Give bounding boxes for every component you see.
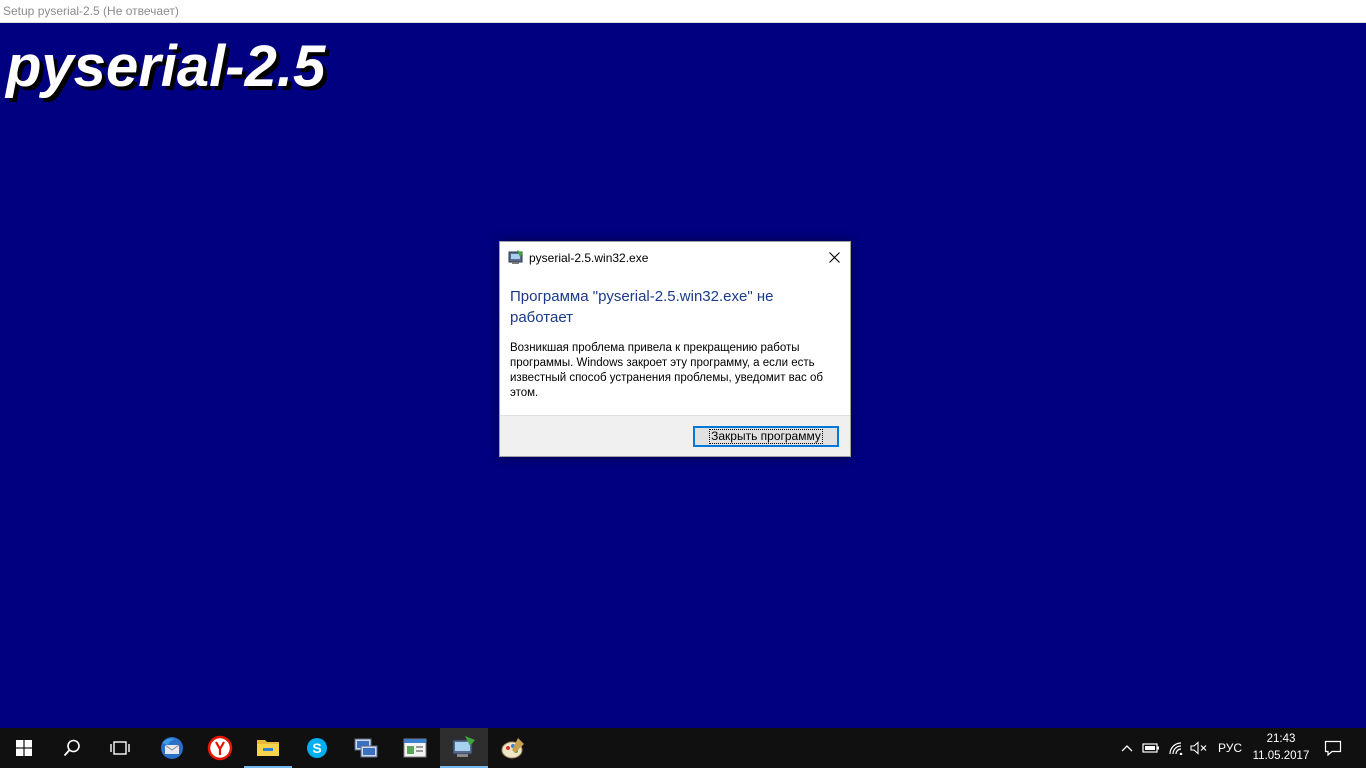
taskbar-thunderbird[interactable]	[148, 728, 196, 768]
close-program-button-label: Закрыть программу	[709, 429, 823, 444]
tray-show-hidden[interactable]	[1117, 728, 1137, 768]
svg-text:S: S	[312, 740, 321, 756]
notification-icon	[1324, 740, 1342, 756]
yandex-browser-icon	[207, 735, 233, 761]
tray-notifications[interactable]	[1318, 728, 1348, 768]
task-view-button[interactable]	[96, 728, 144, 768]
task-view-icon	[110, 741, 130, 755]
tray-volume[interactable]	[1188, 728, 1210, 768]
dialog-heading: Программа "pyserial-2.5.win32.exe" не ра…	[510, 288, 774, 326]
dialog-close-button[interactable]	[818, 242, 850, 272]
setup-titlebar[interactable]: Setup pyserial-2.5 (Не отвечает)	[0, 0, 1366, 23]
tray-wifi[interactable]	[1165, 728, 1187, 768]
search-icon	[63, 739, 80, 757]
battery-icon	[1142, 743, 1159, 753]
language-indicator: РУС	[1217, 741, 1243, 755]
setup-heading: pyserial-2.5	[6, 34, 326, 99]
network-connections-icon	[354, 738, 378, 758]
dialog-message: Возникшая проблема привела к прекращению…	[510, 342, 823, 399]
installer-icon	[452, 736, 475, 757]
clock-time: 21:43	[1266, 733, 1296, 745]
dialog-title: pyserial-2.5.win32.exe	[529, 251, 649, 265]
installer-icon	[508, 249, 524, 265]
chevron-up-icon	[1121, 745, 1133, 752]
close-icon	[828, 251, 840, 263]
start-icon	[16, 740, 32, 756]
error-dialog: pyserial-2.5.win32.exe Программа "pyseri…	[499, 241, 851, 457]
start-button[interactable]	[0, 728, 48, 768]
dialog-footer: Закрыть программу	[500, 415, 850, 456]
tray-clock[interactable]: 21:43 11.05.2017	[1250, 728, 1312, 768]
taskbar: S РУС 21:43 11.05.2017	[0, 728, 1366, 768]
paint-icon	[501, 738, 524, 759]
taskbar-yandex-browser[interactable]	[196, 728, 244, 768]
clock-date: 11.05.2017	[1252, 750, 1310, 762]
volume-muted-icon	[1190, 741, 1207, 755]
taskbar-installer[interactable]	[440, 728, 488, 768]
taskbar-app-window[interactable]	[391, 728, 439, 768]
tray-language[interactable]: РУС	[1212, 728, 1248, 768]
search-button[interactable]	[48, 728, 96, 768]
tray-battery[interactable]	[1140, 728, 1162, 768]
taskbar-network-connections[interactable]	[342, 728, 390, 768]
dialog-titlebar[interactable]: pyserial-2.5.win32.exe	[500, 242, 850, 272]
taskbar-paint[interactable]	[489, 728, 537, 768]
taskbar-skype[interactable]: S	[293, 728, 341, 768]
skype-icon: S	[307, 738, 327, 758]
file-explorer-icon	[257, 740, 279, 756]
close-program-button[interactable]: Закрыть программу	[693, 426, 839, 447]
app-window-icon	[403, 738, 427, 758]
thunderbird-icon	[161, 737, 183, 759]
taskbar-file-explorer[interactable]	[244, 728, 292, 768]
setup-window-title: Setup pyserial-2.5 (Не отвечает)	[3, 4, 179, 18]
wifi-icon	[1169, 742, 1183, 755]
